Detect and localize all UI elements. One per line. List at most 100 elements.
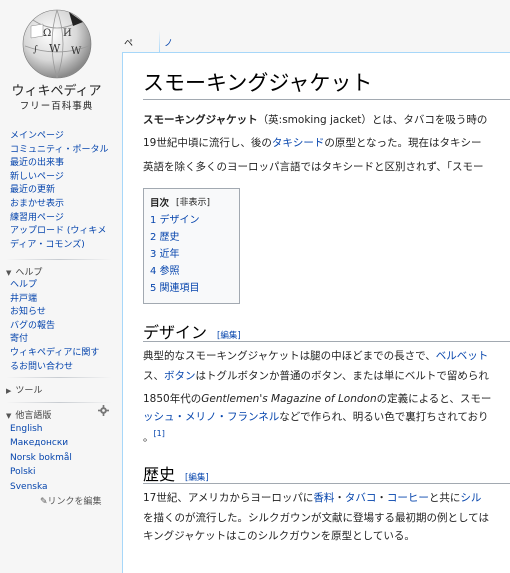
sidebar-item-upload[interactable]: アップロード (ウィキメ — [10, 225, 108, 239]
sidebar-item-contact[interactable]: ウィキペディアに関す — [10, 347, 99, 361]
table-of-contents: 目次 [非表示] 1 デザイン 2 歴史 3 近年 4 参照 5 関連項目 — [143, 188, 240, 304]
toc-hide-toggle[interactable]: [非表示] — [176, 195, 210, 208]
tab-divider — [159, 30, 160, 52]
text: ・ — [334, 492, 345, 504]
section-heading-history: 歴史 [編集] — [143, 461, 209, 485]
sidebar-item-contact-line2[interactable]: るお問い合わせ — [10, 361, 99, 375]
heading-text: デザイン — [143, 323, 208, 342]
intro-line: 英語を除く多くのヨーロッパ言語ではタキシードと区別されず、「スモー — [143, 160, 484, 174]
text: 19世紀中頃に流行し、後の — [143, 137, 272, 149]
sidebar-item-donate[interactable]: 寄付 — [10, 333, 99, 347]
language-link-macedonian[interactable]: Македонски — [10, 436, 72, 450]
link-coffee[interactable]: コーヒー — [387, 492, 429, 504]
toc-item[interactable]: 4 参照 — [150, 262, 180, 277]
section-heading-design: デザイン [編集] — [143, 319, 241, 343]
text: と共に — [428, 492, 461, 504]
text: を描くのが流行した。シルクガウンが文献に登場する最初期の例としては — [143, 512, 489, 524]
text: 1850年代の — [143, 393, 202, 405]
text: ・ — [376, 492, 387, 504]
svg-text:W: W — [49, 42, 61, 55]
title-divider — [143, 99, 510, 100]
reference-link[interactable]: [1] — [154, 429, 165, 438]
toc-item[interactable]: 1 デザイン — [150, 211, 200, 226]
sidebar-help-list: ヘルプ 井戸端 お知らせ バグの報告 寄付 ウィキペディアに関す るお問い合わせ — [10, 279, 99, 374]
text: ス、 — [143, 370, 164, 382]
language-link-norwegian[interactable]: Norsk bokmål — [10, 451, 72, 465]
text: 典型的なスモーキングジャケットは腿の中ほどまでの長さで、 — [143, 350, 436, 362]
pencil-icon: ✎ — [40, 497, 48, 507]
paragraph-line: 。[1] — [143, 427, 165, 445]
link-tobacco[interactable]: タバコ — [345, 492, 377, 504]
paragraph-line: 17世紀、アメリカからヨーロッパに香料・タバコ・コーヒーと共にシル — [143, 491, 481, 505]
paragraph-line: キングジャケットはこのシルクガウンを原型としている。 — [143, 529, 415, 543]
logo-subtitle: フリー百科事典 — [19, 101, 94, 112]
puzzle-globe-icon: Ω И W ∫ W — [22, 9, 92, 79]
text: 17世紀、アメリカからヨーロッパに — [143, 492, 314, 504]
expanded-triangle-icon: ▼ — [6, 412, 12, 420]
collapsed-triangle-icon: ▶ — [6, 387, 12, 395]
text: 。 — [143, 431, 154, 444]
intro-line: 19世紀中頃に流行し、後のタキシードの原型となった。現在はタキシー — [143, 136, 482, 150]
edit-section-link[interactable]: [編集] — [185, 473, 209, 483]
sidebar-item-notices[interactable]: お知らせ — [10, 306, 99, 320]
heading-divider — [143, 483, 510, 484]
sidebar-separator — [6, 259, 112, 260]
svg-text:Ω: Ω — [43, 28, 51, 39]
sidebar-item-new-pages[interactable]: 新しいページ — [10, 171, 108, 185]
section-label: 他言語版 — [15, 411, 52, 421]
sidebar-section-help[interactable]: ▼ ヘルプ — [6, 265, 42, 278]
term-bold: スモーキングジャケット — [143, 114, 258, 126]
paragraph-line: を描くのが流行した。シルクガウンが文献に登場する最初期の例としては — [143, 511, 489, 525]
sidebar-item-sandbox[interactable]: 練習用ページ — [10, 212, 108, 226]
sidebar-item-village-pump[interactable]: 井戸端 — [10, 293, 99, 307]
paragraph-line: 1850年代のGentlemen's Magazine of Londonの定義… — [143, 392, 491, 406]
language-link-swedish[interactable]: Svenska — [10, 480, 72, 494]
edit-links-label: リンクを編集 — [47, 497, 102, 507]
heading-text: 歴史 — [143, 465, 176, 484]
section-label: ツール — [15, 386, 43, 396]
text: キングジャケットはこのシルクガウンを原型としている。 — [143, 530, 415, 542]
link-button[interactable]: ボタン — [164, 370, 196, 382]
wikipedia-logo[interactable]: Ω И W ∫ W ウィキペディア フリー百科事典 — [0, 0, 120, 118]
sidebar-item-help[interactable]: ヘルプ — [10, 279, 99, 293]
heading-divider — [143, 341, 510, 342]
svg-text:И: И — [63, 28, 72, 39]
sidebar-item-random[interactable]: おまかせ表示 — [10, 198, 108, 212]
svg-text:W: W — [71, 46, 82, 57]
article-content: スモーキングジャケット スモーキングジャケット（英:smoking jacket… — [122, 52, 510, 573]
edit-section-link[interactable]: [編集] — [217, 331, 241, 341]
intro-line: スモーキングジャケット（英:smoking jacket）とは、タバコを吸う時の — [143, 113, 487, 127]
sidebar-item-community-portal[interactable]: コミュニティ・ポータル — [10, 144, 108, 158]
link-tuxedo[interactable]: タキシード — [272, 137, 325, 149]
italic-title: Gentlemen's Magazine of London — [201, 393, 377, 405]
sidebar-section-languages[interactable]: ▼ 他言語版 — [6, 408, 51, 421]
edit-links[interactable]: ✎リンクを編集 — [40, 494, 102, 507]
sidebar-item-bug-report[interactable]: バグの報告 — [10, 320, 99, 334]
sidebar-item-current-events[interactable]: 最近の出来事 — [10, 157, 108, 171]
language-link-english[interactable]: English — [10, 422, 72, 436]
link-spice[interactable]: 香料 — [313, 492, 334, 504]
sidebar-language-list: English Македонски Norsk bokmål Polski S… — [10, 422, 72, 494]
section-label: ヘルプ — [15, 268, 43, 278]
text: の原型となった。現在はタキシー — [324, 137, 482, 149]
link-velvet[interactable]: ベルベット — [436, 350, 489, 362]
sidebar-navigation: メインページ コミュニティ・ポータル 最近の出来事 新しいページ 最近の更新 お… — [10, 130, 108, 252]
paragraph-line: ス、ボタンはトグルボタンか普通のボタン、または単にベルトで留められ — [143, 369, 489, 383]
sidebar-item-main-page[interactable]: メインページ — [10, 130, 108, 144]
link-fabric[interactable]: ッシュ・メリノ・フランネル — [143, 411, 279, 423]
svg-text:∫: ∫ — [33, 45, 38, 55]
language-link-polish[interactable]: Polski — [10, 465, 72, 479]
text: （英:smoking jacket）とは、タバコを吸う時の — [257, 114, 488, 126]
paragraph-line: ッシュ・メリノ・フランネルなどで作られ、明るい色で裏打ちされており — [143, 410, 489, 424]
toc-item[interactable]: 3 近年 — [150, 245, 180, 260]
toc-item[interactable]: 2 歴史 — [150, 228, 180, 243]
paragraph-line: 典型的なスモーキングジャケットは腿の中ほどまでの長さで、ベルベット — [143, 349, 488, 363]
sidebar-item-recent-changes[interactable]: 最近の更新 — [10, 184, 108, 198]
toc-item[interactable]: 5 関連項目 — [150, 279, 200, 294]
sidebar-section-tools[interactable]: ▶ ツール — [6, 383, 42, 396]
link-silk[interactable]: シル — [460, 492, 481, 504]
gear-icon[interactable] — [98, 405, 109, 416]
sidebar-item-upload-line2[interactable]: ディア・コモンズ) — [10, 239, 108, 253]
sidebar-separator — [6, 377, 112, 378]
expanded-triangle-icon: ▼ — [6, 269, 12, 277]
